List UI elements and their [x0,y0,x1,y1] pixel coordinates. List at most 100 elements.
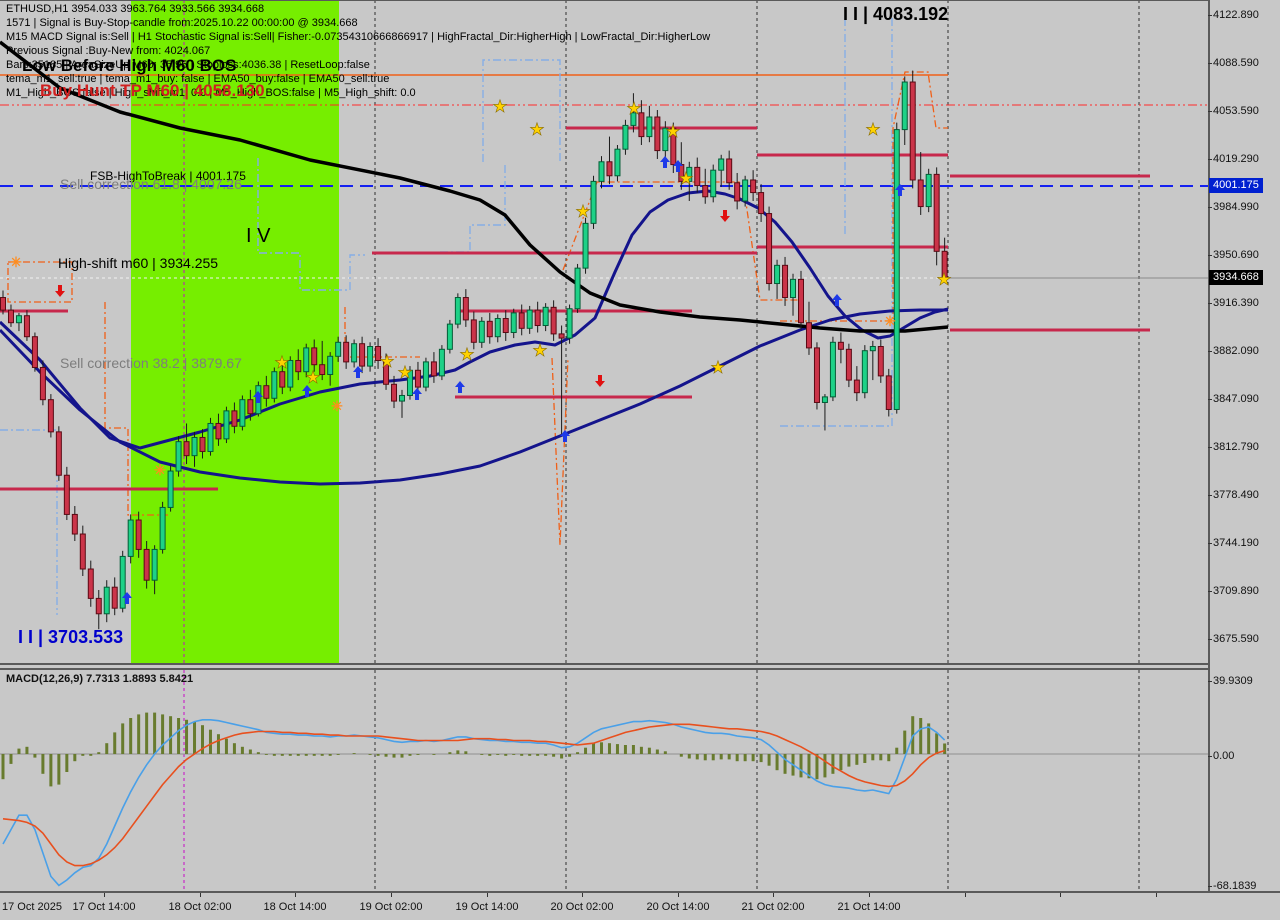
candle-bull [926,174,931,206]
candle-bear [216,423,221,438]
candle-bull [894,130,899,410]
time-label[interactable]: 18 Oct 14:00 [264,901,327,913]
macd-panel-canvas[interactable] [0,670,1208,891]
time-tick [104,893,105,897]
candle-bull [511,313,516,333]
candle-bear [799,279,804,322]
main-macd-separator[interactable] [0,663,1208,665]
candle-bull [543,307,548,325]
time-label[interactable]: 17 Oct 2025 [2,901,62,913]
time-label[interactable]: 20 Oct 14:00 [647,901,710,913]
macd-hist-bar [536,754,539,756]
price-tick [1208,255,1212,256]
macd-hist-bar [504,754,507,756]
macd-hist-bar [448,752,451,754]
buy-arrow-up [412,388,422,400]
time-label[interactable]: 20 Oct 02:00 [551,901,614,913]
macd-hist-bar [65,754,68,772]
candle-bear [471,320,476,342]
star-marker: ★ [626,99,641,118]
price-tick-label: 4122.890 [1213,9,1259,21]
candle-bear [8,310,13,323]
annotation-sell-corr-382[interactable]: Sell correction 38.2 | 3879.67 [60,356,242,371]
macd-hist-bar [408,754,411,756]
annotation-buy-hunt[interactable]: Buy Hunt TP M60 | 4058.130 [40,82,265,100]
time-label[interactable]: 17 Oct 14:00 [73,901,136,913]
price-tick-label: 3882.090 [1213,345,1259,357]
macd-hist-bar [648,748,651,754]
time-label[interactable]: 21 Oct 02:00 [742,901,805,913]
candle-bull [599,162,604,182]
buy-arrow-up [455,381,465,393]
macd-hist-bar [241,747,244,754]
macd-hist-bar [560,754,563,759]
candle-bull [176,442,181,471]
macd-hist-bar [800,754,803,777]
macd-hist-bar [169,716,172,754]
annotation-hh-right[interactable]: I I | 4083.192 [843,5,948,24]
annotation-wave-iv[interactable]: I V [246,226,270,247]
macd-hist-bar [943,743,946,754]
candle-bear [783,265,788,297]
candle-bull [591,181,596,223]
orange-asterisk-marker: ✳ [884,313,896,329]
current-price-badge: 3934.668 [1209,270,1263,285]
time-tick [391,893,392,897]
price-tick-label: 3778.490 [1213,489,1259,501]
top-border [0,0,1208,1]
time-label[interactable]: 19 Oct 02:00 [360,901,423,913]
price-tick-label: 4053.590 [1213,105,1259,117]
star-marker: ★ [397,363,412,382]
candle-bull [719,159,724,170]
candle-bear [838,342,843,349]
annotation-low-before-high[interactable]: Low Before High M60 BOS [22,57,236,75]
price-tick [1208,756,1212,757]
candle-bull [623,125,628,149]
macd-tick-label: -68.1839 [1213,880,1256,892]
price-tick-label: 3812.790 [1213,441,1259,453]
star-marker: ★ [665,122,680,141]
macd-hist-bar [760,754,763,762]
time-axis-border [0,891,1280,893]
macd-hist-bar [273,754,276,756]
macd-hist-bar [688,754,691,759]
candle-bull [615,149,620,176]
price-tick-label: 3916.390 [1213,297,1259,309]
candle-bear [24,316,29,337]
price-tick [1208,159,1212,160]
candle-bear [344,342,349,362]
macd-hist-bar [768,754,771,766]
star-marker: ★ [379,352,394,371]
time-label[interactable]: 21 Oct 14:00 [838,901,901,913]
time-label[interactable]: 18 Oct 02:00 [169,901,232,913]
info-line-3: M15 MACD Signal is:Sell | H1 Stochastic … [6,31,710,43]
annotation-ll-left[interactable]: I I | 3703.533 [18,628,123,647]
candle-bear [854,380,859,393]
candle-bear [695,167,700,185]
candle-bear [535,310,540,325]
time-tick [869,893,870,897]
time-tick [200,893,201,897]
candle-bull [352,344,357,362]
price-tick [1208,207,1212,208]
price-tick [1208,111,1212,112]
candle-bear [806,323,811,348]
candle-bear [918,180,923,207]
candle-bull [583,223,588,268]
time-label[interactable]: 19 Oct 14:00 [456,901,519,913]
macd-hist-bar [145,713,148,754]
time-tick [773,893,774,897]
annotation-sell-corr-618[interactable]: Sell correction 61.8 | 4007.26 [60,177,242,192]
macd-hist-bar [752,754,755,761]
candle-bear [32,337,37,368]
time-tick [295,893,296,897]
annotation-high-shift[interactable]: High-shift m60 | 3934.255 [58,256,218,271]
candle-bull [479,321,484,342]
macd-hist-bar [656,750,659,755]
time-tick [965,893,966,897]
macd-hist-bar [153,713,156,754]
macd-hist-bar [81,754,84,756]
macd-hist-bar [41,754,44,774]
candle-bull [160,507,165,549]
macd-hist-bar [712,754,715,760]
